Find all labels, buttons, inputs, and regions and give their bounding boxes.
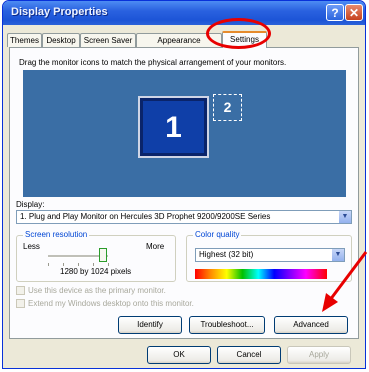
chevron-down-icon[interactable]: ▼ (339, 211, 351, 223)
resolution-more-label: More (146, 242, 165, 251)
slider-tick (48, 263, 49, 266)
extend-desktop-label: Extend my Windows desktop onto this moni… (28, 299, 194, 308)
screen-resolution-title: Screen resolution (23, 230, 90, 239)
tab-themes[interactable]: Themes (7, 33, 42, 47)
checkbox-box[interactable] (16, 286, 25, 295)
ok-button[interactable]: OK (147, 346, 211, 364)
annotation-circle (206, 18, 271, 49)
display-label: Display: (16, 200, 45, 209)
cancel-button[interactable]: Cancel (217, 346, 281, 364)
display-select[interactable]: 1. Plug and Play Monitor on Hercules 3D … (16, 210, 352, 224)
arrange-instruction: Drag the monitor icons to match the phys… (19, 58, 287, 67)
apply-button[interactable]: Apply (287, 346, 351, 364)
tab-screen-saver[interactable]: Screen Saver (80, 33, 136, 47)
slider-tick (63, 263, 64, 266)
monitor-1-icon[interactable]: 1 (138, 96, 209, 158)
color-quality-title: Color quality (193, 230, 242, 239)
color-spectrum-bar (195, 269, 327, 279)
resolution-less-label: Less (23, 242, 40, 251)
checkbox-box[interactable] (16, 299, 25, 308)
slider-tick (78, 263, 79, 266)
resolution-value: 1280 by 1024 pixels (60, 267, 132, 276)
slider-tick (93, 263, 94, 266)
advanced-button[interactable]: Advanced (274, 316, 348, 334)
title-bar[interactable]: Display Properties ? ✕ (3, 1, 365, 25)
window-title: Display Properties (11, 6, 108, 18)
color-quality-value: Highest (32 bit) (199, 250, 254, 259)
close-button[interactable]: ✕ (345, 4, 363, 21)
slider-tick (108, 263, 109, 266)
resolution-slider-thumb[interactable] (99, 248, 107, 262)
screen-resolution-group: Screen resolution Less More 1280 by 1024… (16, 230, 176, 282)
help-button[interactable]: ? (326, 4, 344, 21)
display-select-value: 1. Plug and Play Monitor on Hercules 3D … (20, 212, 271, 221)
monitor-2-icon[interactable]: 2 (213, 94, 242, 121)
color-quality-select[interactable]: Highest (32 bit) ▼ (195, 248, 345, 262)
troubleshoot-button[interactable]: Troubleshoot... (189, 316, 265, 334)
chevron-down-icon[interactable]: ▼ (332, 249, 344, 261)
tab-desktop[interactable]: Desktop (42, 33, 80, 47)
display-properties-window: Display Properties ? ✕ Themes Desktop Sc… (2, 0, 366, 369)
identify-button[interactable]: Identify (118, 316, 182, 334)
primary-monitor-label: Use this device as the primary monitor. (28, 286, 166, 295)
settings-panel: Drag the monitor icons to match the phys… (9, 47, 359, 339)
color-quality-group: Color quality Highest (32 bit) ▼ (186, 230, 352, 282)
monitor-arrangement-area[interactable]: 1 2 (23, 70, 346, 197)
monitor-1-number: 1 (143, 101, 204, 153)
